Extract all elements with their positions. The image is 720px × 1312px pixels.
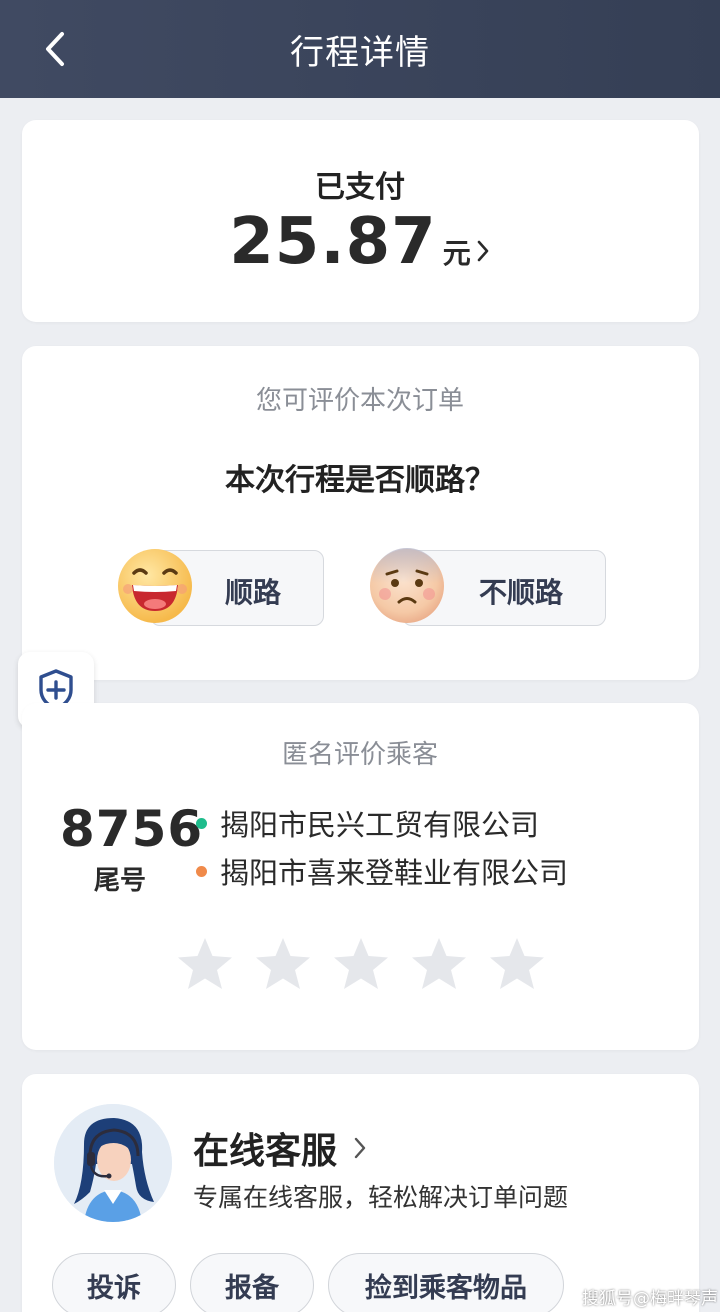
payment-unit: 元 [442,237,471,270]
agent-headset-illustration [54,1104,172,1222]
found-item-button[interactable]: 捡到乘客物品 [328,1253,564,1312]
star-icon[interactable] [488,936,546,994]
payment-amount-link[interactable]: 25.87 元 [0,205,720,279]
chevron-right-icon [477,240,489,262]
phone-tail-label: 尾号 [93,866,146,896]
origin-text: 揭阳市民兴工贸有限公司 [220,808,540,842]
star-icon[interactable] [254,936,312,994]
page-title: 行程详情 [290,32,430,73]
payment-amount: 25.87 [229,205,437,279]
payment-status: 已支付 [315,170,405,205]
route-question: 本次行程是否顺路？ [225,463,495,498]
off-route-label: 不顺路 [479,576,564,609]
origin-dot [196,817,207,829]
rating-title: 匿名评价乘客 [281,740,438,770]
star-icon[interactable] [176,936,234,994]
complain-button[interactable]: 投诉 [52,1253,176,1312]
worried-face-icon[interactable] [368,547,446,625]
service-agent-avatar [54,1104,172,1222]
back-button[interactable] [30,22,80,76]
watermark: 搜狐号@梅畔琴声 [582,1289,718,1309]
destination-dot [196,865,207,877]
route-origin: 揭阳市民兴工贸有限公司 [196,802,539,844]
route-destination: 揭阳市喜来登鞋业有限公司 [196,850,568,892]
online-service-link[interactable]: 在线客服 [193,1122,367,1174]
chevron-right-icon [354,1137,366,1159]
laughing-face-icon[interactable] [116,547,194,625]
service-description: 专属在线客服，轻松解决订单问题 [193,1183,569,1212]
star-icon[interactable] [410,936,468,994]
navigation-bar: 行程详情 [0,0,720,98]
star-rating [176,936,546,994]
report-button[interactable]: 报备 [190,1253,314,1312]
phone-tail-number: 8756 [60,800,204,858]
service-title: 在线客服 [193,1131,338,1172]
on-route-label: 顺路 [225,576,282,609]
feedback-hint: 您可评价本次订单 [255,386,464,416]
chevron-left-icon [46,32,64,66]
star-icon[interactable] [332,936,390,994]
destination-text: 揭阳市喜来登鞋业有限公司 [220,856,569,890]
